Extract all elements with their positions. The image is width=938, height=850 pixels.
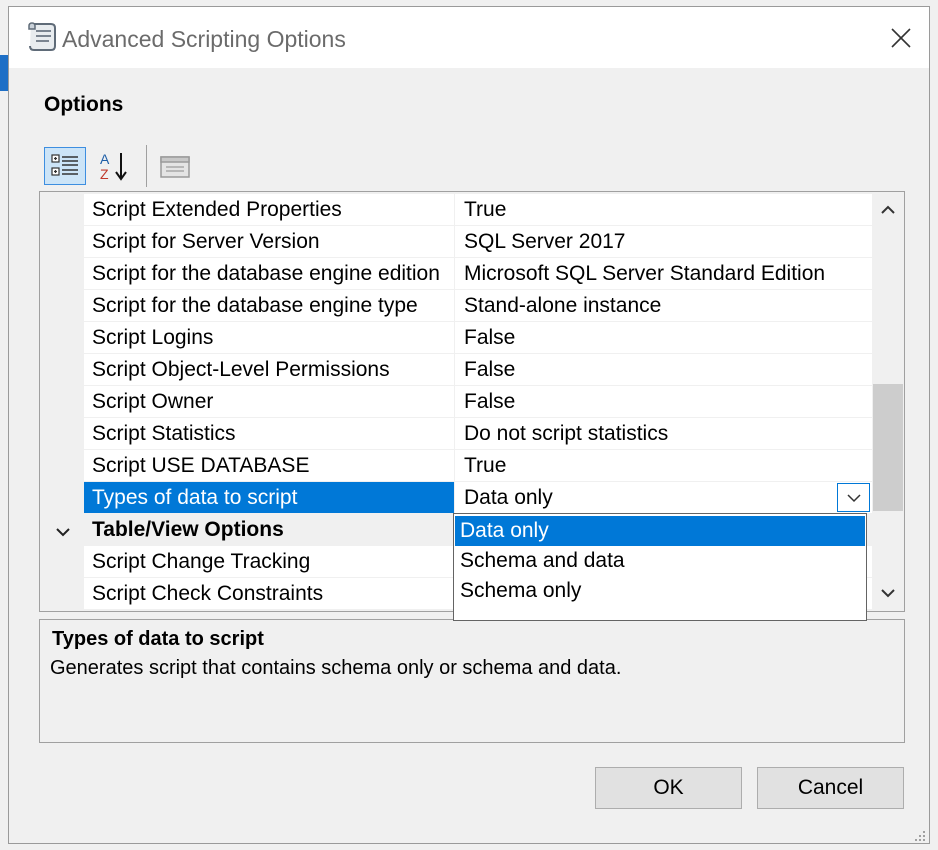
categorized-view-button[interactable] bbox=[44, 147, 86, 185]
property-value[interactable]: SQL Server 2017 bbox=[456, 226, 872, 257]
property-name: Script for the database engine edition bbox=[84, 258, 455, 289]
chevron-down-icon bbox=[881, 589, 895, 598]
property-value[interactable]: False bbox=[456, 386, 872, 417]
description-title: Types of data to script bbox=[52, 628, 264, 650]
property-row[interactable]: Script for the database engine type Stan… bbox=[84, 290, 872, 322]
property-pages-icon bbox=[160, 156, 190, 178]
property-name: Script USE DATABASE bbox=[84, 450, 455, 481]
property-row[interactable]: Script Statistics Do not script statisti… bbox=[84, 418, 872, 450]
property-name: Script Owner bbox=[84, 386, 455, 417]
property-name: Script Logins bbox=[84, 322, 455, 353]
property-row[interactable]: Script Extended Properties True bbox=[84, 194, 872, 226]
description-text: Generates script that contains schema on… bbox=[50, 657, 622, 679]
toolbar-separator bbox=[146, 145, 147, 187]
scroll-icon bbox=[25, 20, 59, 54]
scroll-up-button[interactable] bbox=[872, 194, 904, 226]
property-pages-button[interactable] bbox=[154, 147, 196, 185]
chevron-down-icon bbox=[56, 527, 70, 536]
types-of-data-dropdown-list[interactable]: Data only Schema and data Schema only bbox=[453, 513, 867, 621]
grid-gutter bbox=[40, 192, 84, 611]
resize-grip-icon[interactable] bbox=[909, 825, 927, 843]
categorized-view-icon bbox=[51, 154, 78, 176]
sort-alphabetical-icon: A Z bbox=[100, 151, 127, 182]
property-row[interactable]: Script USE DATABASE True bbox=[84, 450, 872, 482]
property-value[interactable]: False bbox=[456, 322, 872, 353]
dropdown-option-schema-only[interactable]: Schema only bbox=[455, 576, 865, 606]
property-value[interactable]: True bbox=[456, 194, 872, 225]
dropdown-option-data-only[interactable]: Data only bbox=[455, 516, 865, 546]
background-window-accent bbox=[0, 55, 8, 91]
property-value[interactable]: Stand-alone instance bbox=[456, 290, 872, 321]
property-name: Script Statistics bbox=[84, 418, 455, 449]
svg-text:A: A bbox=[100, 151, 110, 167]
dialog-title: Advanced Scripting Options bbox=[62, 26, 346, 52]
property-value[interactable]: Data only bbox=[456, 482, 872, 513]
property-row[interactable]: Script for the database engine edition M… bbox=[84, 258, 872, 290]
dropdown-toggle-button[interactable] bbox=[837, 483, 870, 512]
property-row-selected[interactable]: Types of data to script Data only bbox=[84, 482, 872, 514]
property-row[interactable]: Script Logins False bbox=[84, 322, 872, 354]
advanced-scripting-options-dialog: Advanced Scripting Options Options A Z S… bbox=[8, 6, 930, 844]
close-icon bbox=[891, 28, 911, 48]
collapse-category-button[interactable] bbox=[52, 516, 74, 547]
property-name: Script for the database engine type bbox=[84, 290, 455, 321]
property-value[interactable]: Microsoft SQL Server Standard Edition bbox=[456, 258, 872, 289]
property-row[interactable]: Script for Server Version SQL Server 201… bbox=[84, 226, 872, 258]
cancel-button[interactable]: Cancel bbox=[757, 767, 904, 809]
chevron-down-icon bbox=[846, 493, 861, 502]
property-name: Script Object-Level Permissions bbox=[84, 354, 455, 385]
ok-button[interactable]: OK bbox=[595, 767, 742, 809]
scroll-thumb[interactable] bbox=[873, 384, 903, 511]
property-name: Script Check Constraints bbox=[84, 578, 455, 609]
property-name: Script for Server Version bbox=[84, 226, 455, 257]
dropdown-option-schema-and-data[interactable]: Schema and data bbox=[455, 546, 865, 576]
property-name: Script Extended Properties bbox=[84, 194, 455, 225]
property-row[interactable]: Script Owner False bbox=[84, 386, 872, 418]
svg-text:Z: Z bbox=[100, 166, 109, 182]
category-label: Table/View Options bbox=[84, 514, 455, 545]
options-heading: Options bbox=[44, 93, 124, 116]
property-row[interactable]: Script Object-Level Permissions False bbox=[84, 354, 872, 386]
vertical-scrollbar[interactable] bbox=[872, 192, 904, 611]
chevron-up-icon bbox=[881, 205, 895, 214]
property-name: Script Change Tracking bbox=[84, 546, 455, 577]
description-panel: Types of data to script Generates script… bbox=[39, 619, 905, 743]
property-name: Types of data to script bbox=[84, 482, 455, 513]
close-button[interactable] bbox=[877, 17, 925, 59]
alphabetical-sort-button[interactable]: A Z bbox=[92, 147, 134, 185]
property-value[interactable]: False bbox=[456, 354, 872, 385]
property-value[interactable]: Do not script statistics bbox=[456, 418, 872, 449]
scroll-down-button[interactable] bbox=[872, 577, 904, 609]
title-bar[interactable]: Advanced Scripting Options bbox=[9, 7, 929, 68]
property-value[interactable]: True bbox=[456, 450, 872, 481]
